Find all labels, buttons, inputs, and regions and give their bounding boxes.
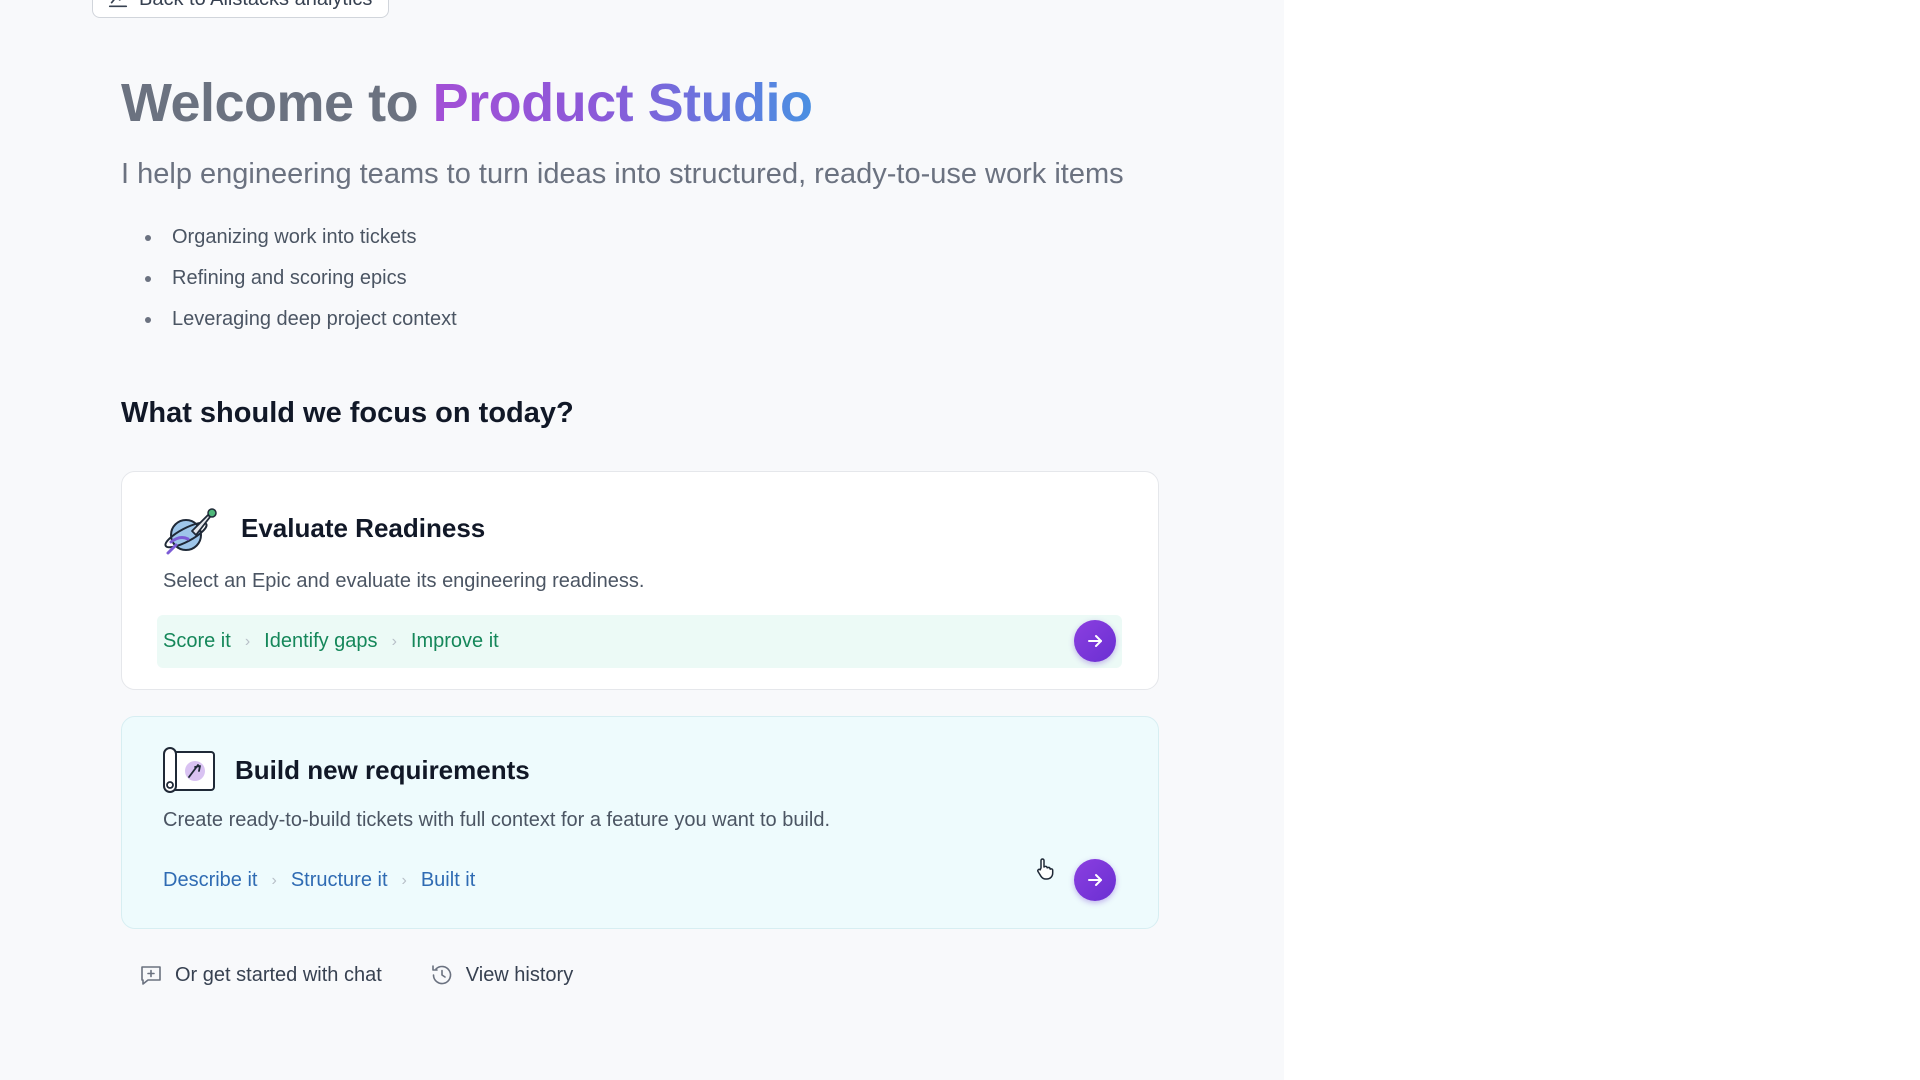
analytics-icon [108, 0, 128, 8]
step-structure-it[interactable]: Structure it [291, 869, 388, 892]
back-to-analytics-button[interactable]: Back to Allstacks analytics [92, 0, 390, 18]
capability-item: Organizing work into tickets [145, 222, 457, 263]
chevron-right-icon: › [391, 632, 397, 650]
start-chat-label: Or get started with chat [175, 963, 382, 986]
build-go-button[interactable] [1074, 859, 1116, 901]
card-description: Select an Epic and evaluate its engineer… [163, 570, 645, 592]
evaluate-steps-bar: Score it › Identify gaps › Improve it [157, 615, 1122, 668]
step-built-it[interactable]: Built it [421, 869, 475, 892]
capability-item: Refining and scoring epics [145, 263, 457, 304]
history-icon [431, 965, 452, 985]
build-steps-bar: Describe it › Structure it › Built it [157, 854, 1122, 907]
chevron-right-icon: › [244, 632, 251, 650]
page-title: Welcome to Product Studio [121, 72, 813, 134]
rocket-planet-icon [164, 508, 217, 555]
card-title: Build new requirements [235, 755, 530, 785]
step-score-it[interactable]: Score it [163, 630, 231, 653]
evaluate-go-button[interactable] [1074, 620, 1116, 662]
step-improve-it[interactable]: Improve it [411, 630, 499, 653]
card-title: Evaluate Readiness [241, 513, 486, 543]
blueprint-scroll-icon [163, 747, 215, 793]
brand-name: Product Studio [432, 73, 813, 133]
back-button-label: Back to Allstacks analytics [139, 0, 372, 11]
hand-cursor-icon [1037, 858, 1054, 880]
capabilities-list: Organizing work into tickets Refining an… [145, 222, 457, 345]
chevron-right-icon: › [271, 871, 277, 889]
focus-heading: What should we focus on today? [121, 397, 574, 429]
main-panel: Back to Allstacks analytics Welcome to P… [0, 0, 1284, 1080]
arrow-right-icon [1088, 635, 1102, 647]
build-requirements-card[interactable]: Build new requirements Create ready-to-b… [121, 716, 1159, 929]
arrow-right-icon [1088, 874, 1102, 886]
view-history-label: View history [465, 963, 574, 986]
title-prefix: Welcome to [121, 73, 433, 133]
card-description: Create ready-to-build tickets with full … [163, 809, 831, 831]
chat-plus-icon [141, 966, 161, 985]
tagline: I help engineering teams to turn ideas i… [121, 158, 1124, 190]
step-identify-gaps[interactable]: Identify gaps [264, 630, 377, 653]
evaluate-readiness-card[interactable]: Evaluate Readiness Select an Epic and ev… [121, 471, 1159, 690]
capability-item: Leveraging deep project context [145, 304, 457, 345]
chevron-right-icon: › [401, 871, 407, 889]
start-chat-link[interactable]: Or get started with chat [139, 963, 382, 987]
step-describe-it[interactable]: Describe it [163, 869, 257, 892]
footer-actions: Or get started with chat View history [139, 963, 573, 987]
view-history-link[interactable]: View history [430, 963, 573, 987]
